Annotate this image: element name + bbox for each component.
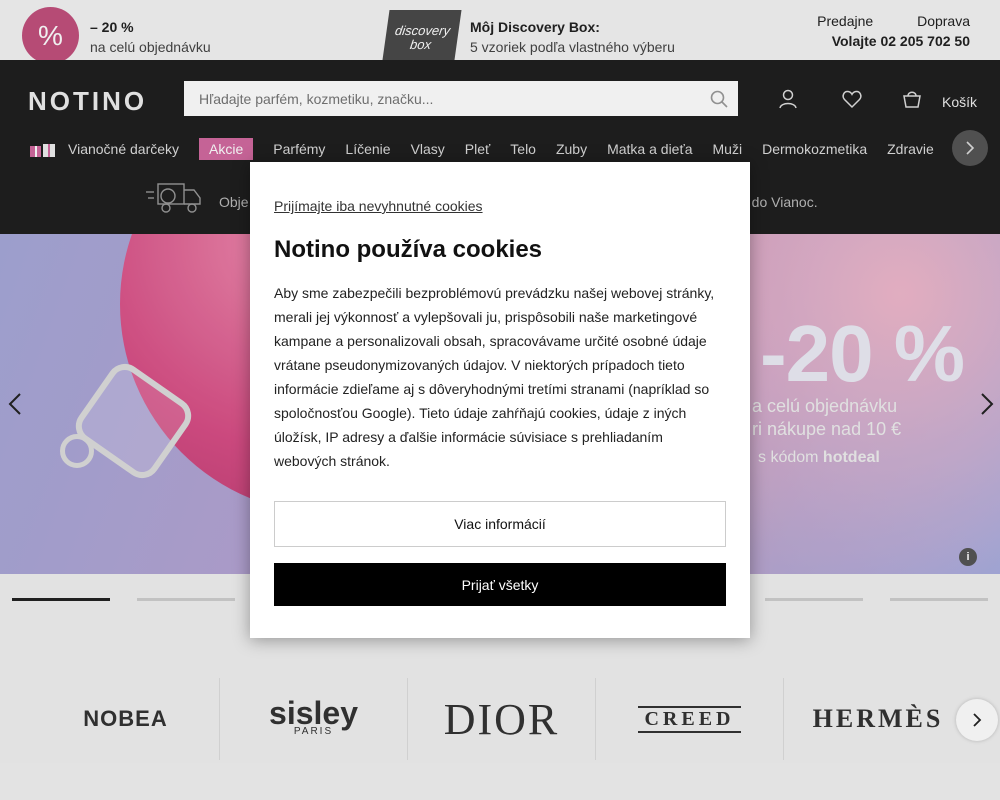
more-info-button[interactable]: Viac informácií	[274, 501, 726, 547]
necessary-cookies-link[interactable]: Prijímajte iba nevyhnutné cookies	[274, 198, 483, 214]
cookie-dialog: Prijímajte iba nevyhnutné cookies Notino…	[250, 162, 750, 638]
accept-all-button[interactable]: Prijať všetky	[274, 563, 726, 606]
cookie-body: Aby sme zabezpečili bezproblémovú prevád…	[274, 285, 715, 469]
cookie-title: Notino používa cookies	[274, 236, 543, 263]
